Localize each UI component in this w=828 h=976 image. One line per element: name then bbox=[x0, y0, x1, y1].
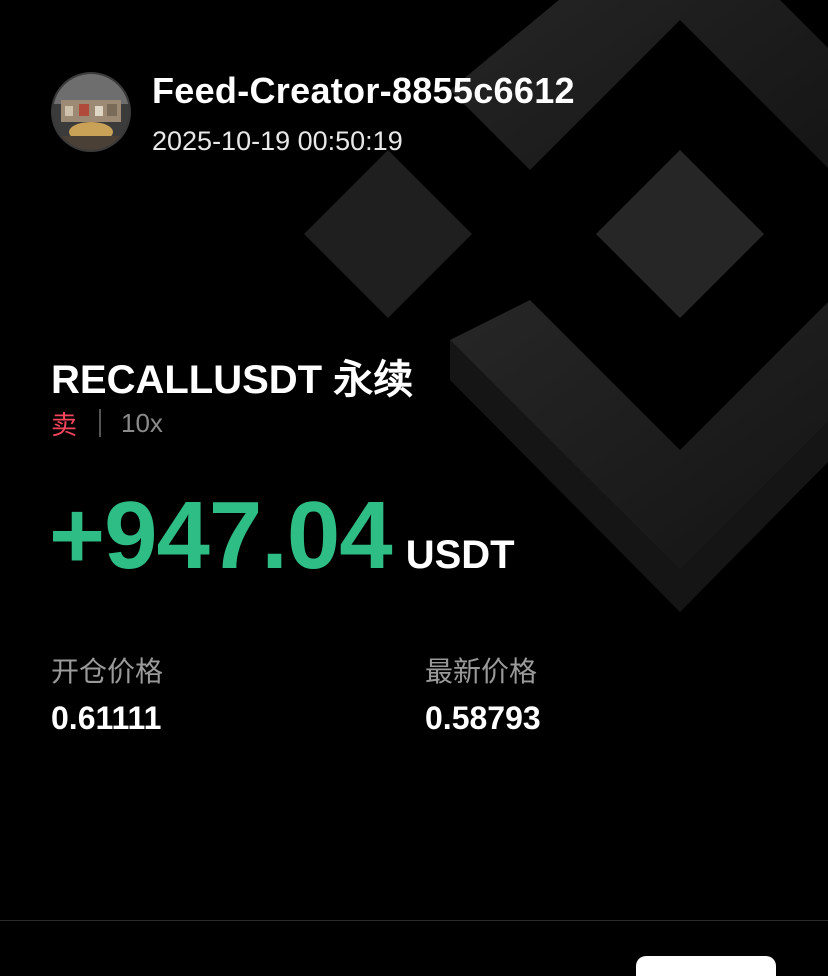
position-meta: 卖 10x bbox=[51, 405, 163, 441]
entry-price-label: 开仓价格 bbox=[51, 656, 164, 687]
meta-divider bbox=[99, 409, 102, 437]
bottom-divider bbox=[0, 920, 828, 921]
avatar[interactable] bbox=[51, 72, 131, 152]
leverage-label: 10x bbox=[121, 407, 163, 438]
latest-price-value: 0.58793 bbox=[425, 700, 541, 736]
latest-price-label: 最新价格 bbox=[425, 656, 538, 687]
username: Feed-Creator-8855c6612 bbox=[152, 70, 575, 111]
entry-price-value: 0.61111 bbox=[51, 700, 162, 736]
position-symbol: RECALLUSDT 永续 bbox=[51, 358, 414, 402]
bottom-action-button[interactable] bbox=[636, 956, 776, 976]
pnl-unit: USDT bbox=[405, 533, 515, 577]
pnl-value: +947.04 bbox=[49, 482, 393, 589]
timestamp: 2025-10-19 00:50:19 bbox=[152, 126, 403, 156]
pnl-row: +947.04 USDT bbox=[49, 488, 515, 584]
side-label: 卖 bbox=[51, 409, 78, 440]
avatar-image bbox=[53, 74, 129, 150]
